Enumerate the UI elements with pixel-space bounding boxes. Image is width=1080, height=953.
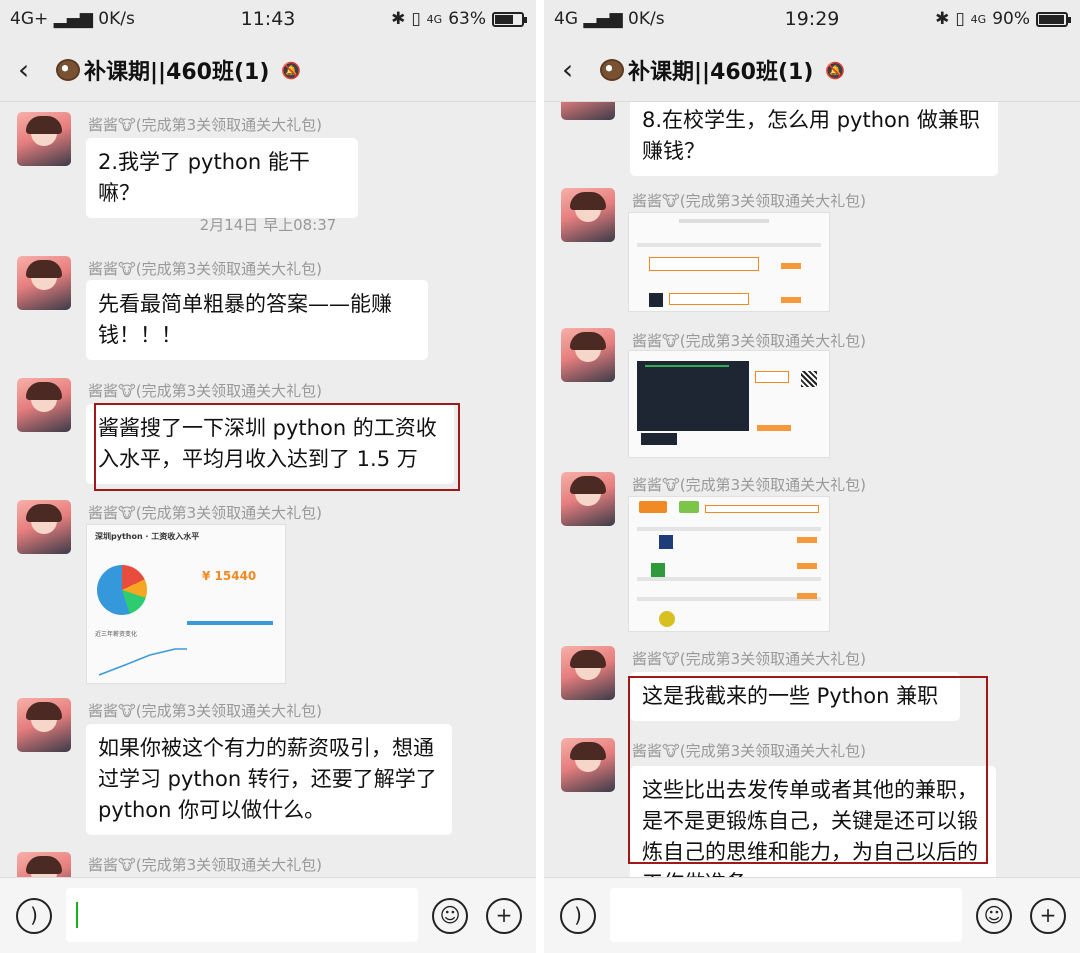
sender-nick: 酱酱🐮(完成第3关领取通关大礼包) — [88, 702, 323, 720]
sender-nick: 酱酱🐮(完成第3关领取通关大礼包) — [88, 382, 323, 400]
signal-label: 4G — [426, 12, 443, 26]
message-bubble[interactable]: 如果你被这个有力的薪资吸引，想通过学习 python 转行，还要了解学了 pyt… — [86, 724, 452, 835]
battery-percent: 90% — [992, 9, 1030, 29]
bluetooth-icon: ✱ — [935, 9, 950, 29]
vibrate-icon: ▯ — [411, 9, 421, 29]
bell-off-icon: 🔕 — [825, 60, 846, 80]
message-bubble[interactable]: 8.在校学生，怎么用 python 做兼职赚钱？ — [630, 102, 998, 176]
input-bar: ) ☺ + — [0, 877, 536, 953]
avatar[interactable] — [17, 378, 71, 432]
avatar[interactable] — [561, 646, 615, 700]
code-task-screenshot-image[interactable] — [628, 350, 830, 458]
plus-icon[interactable]: + — [1030, 898, 1066, 934]
message-timestamp: 2月14日 早上08:37 — [199, 216, 337, 234]
text-cursor — [76, 902, 78, 928]
voice-icon[interactable]: ) — [560, 898, 596, 934]
chat-title: 补课期||460班(1) — [628, 60, 814, 85]
avatar[interactable] — [17, 112, 71, 166]
message-input[interactable] — [66, 888, 418, 942]
job-listing-screenshot-image[interactable] — [628, 212, 830, 312]
message-input[interactable] — [610, 888, 962, 942]
left-phone-screen: 4G+ ▂▄▆ 0K/s 11:43 ✱ ▯ 4G 63% ‹ 补课期||460… — [0, 0, 536, 953]
avatar[interactable] — [561, 472, 615, 526]
battery-percent: 63% — [448, 9, 486, 29]
signal-label: 4G — [970, 12, 987, 26]
message-list[interactable]: 酱酱🐮(完成第3关领取通关大礼包) 2.我学了 python 能干嘛？ 2月14… — [0, 102, 536, 877]
avatar[interactable] — [17, 698, 71, 752]
emoji-icon[interactable]: ☺ — [432, 898, 468, 934]
sender-nick: 酱酱🐮(完成第3关领取通关大礼包) — [632, 650, 867, 668]
chat-header: ‹ 补课期||460班(1) 🔕 — [544, 38, 1080, 102]
voice-icon[interactable]: ) — [16, 898, 52, 934]
qr-code-thumbnail — [801, 371, 817, 387]
sender-nick: 酱酱🐮(完成第3关领取通关大礼包) — [88, 504, 323, 522]
input-bar: ) ☺ + — [544, 877, 1080, 953]
avatar[interactable] — [17, 852, 71, 877]
bluetooth-icon: ✱ — [391, 9, 406, 29]
avatar[interactable] — [17, 500, 71, 554]
salary-screenshot-image[interactable]: 深圳python · 工资收入水平 ¥ 15440 近三年薪资变化 — [86, 524, 286, 684]
chat-header: ‹ 补课期||460班(1) 🔕 — [0, 38, 536, 102]
sender-nick: 酱酱🐮(完成第3关领取通关大礼包) — [632, 192, 867, 210]
site-logo-thumbnail — [639, 501, 667, 513]
vibrate-icon: ▯ — [955, 9, 965, 29]
status-bar: 4G+ ▂▄▆ 0K/s 11:43 ✱ ▯ 4G 63% — [0, 0, 536, 38]
sender-nick: 酱酱🐮(完成第3关领取通关大礼包) — [632, 476, 867, 494]
battery-icon — [492, 11, 527, 27]
back-chevron-icon[interactable]: ‹ — [18, 56, 29, 84]
pie-chart-thumbnail — [97, 565, 147, 615]
emoji-icon[interactable]: ☺ — [976, 898, 1012, 934]
avatar[interactable] — [561, 738, 615, 792]
sender-nick: 酱酱🐮(完成第3关领取通关大礼包) — [632, 332, 867, 350]
right-phone-screen: 4G ▂▄▆ 0K/s 19:29 ✱ ▯ 4G 90% ‹ 补课期||460班… — [544, 0, 1080, 953]
message-list[interactable]: 8.在校学生，怎么用 python 做兼职赚钱？ 酱酱🐮(完成第3关领取通关大礼… — [544, 102, 1080, 877]
avatar[interactable] — [561, 102, 615, 120]
task-list-screenshot-image[interactable] — [628, 496, 830, 632]
bell-off-icon: 🔕 — [281, 60, 302, 80]
back-chevron-icon[interactable]: ‹ — [562, 56, 573, 84]
status-bar: 4G ▂▄▆ 0K/s 19:29 ✱ ▯ 4G 90% — [544, 0, 1080, 38]
message-bubble[interactable]: 先看最简单粗暴的答案——能赚钱！！！ — [86, 280, 428, 360]
plus-icon[interactable]: + — [486, 898, 522, 934]
avatar[interactable] — [561, 328, 615, 382]
highlight-frame — [94, 403, 460, 491]
battery-icon — [1036, 11, 1071, 27]
trend-line-thumbnail — [98, 648, 187, 676]
sender-nick: 酱酱🐮(完成第3关领取通关大礼包) — [88, 856, 323, 874]
image-caption-title: 深圳python · 工资收入水平 — [95, 532, 200, 541]
cow-emoji-icon — [600, 59, 624, 81]
message-bubble[interactable]: 2.我学了 python 能干嘛？ — [86, 138, 358, 218]
cow-emoji-icon — [56, 59, 80, 81]
avatar[interactable] — [17, 256, 71, 310]
image-salary-value: ¥ 15440 — [202, 569, 257, 583]
highlight-frame — [628, 676, 988, 864]
sender-nick: 酱酱🐮(完成第3关领取通关大礼包) — [88, 260, 323, 278]
avatar[interactable] — [561, 188, 615, 242]
chat-title: 补课期||460班(1) — [84, 60, 270, 85]
sender-nick: 酱酱🐮(完成第3关领取通关大礼包) — [88, 116, 323, 134]
